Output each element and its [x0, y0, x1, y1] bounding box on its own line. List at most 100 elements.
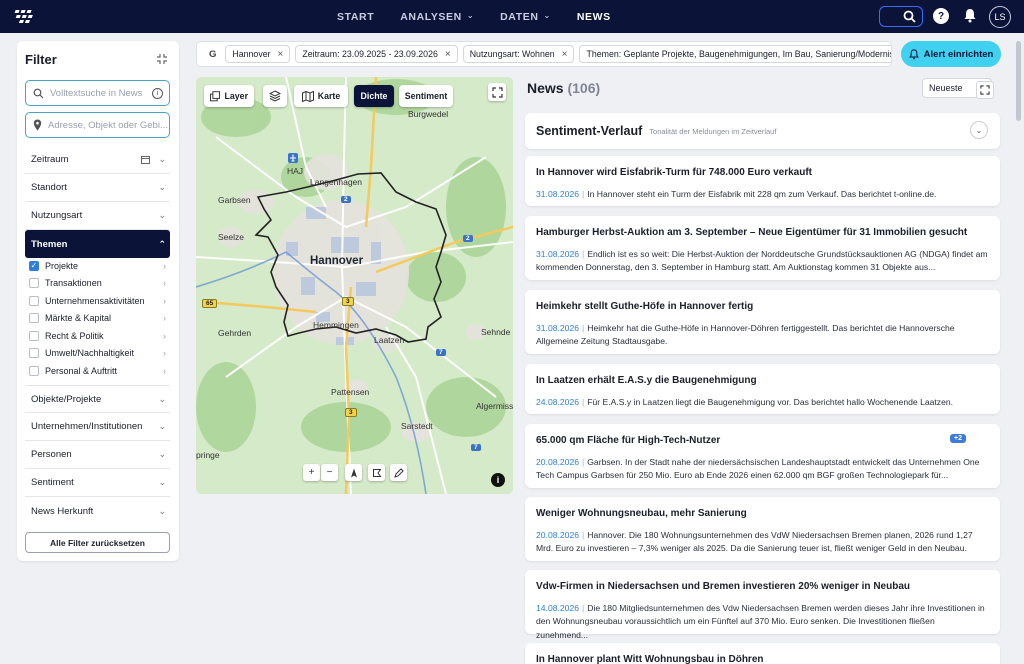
chevron-right-icon[interactable]: › — [163, 366, 166, 376]
sentiment-panel[interactable]: Sentiment-Verlauf Tonalität der Meldunge… — [525, 113, 1000, 149]
reset-filters-button[interactable]: Alle Filter zurücksetzen — [25, 532, 170, 553]
karte-button[interactable]: Karte — [294, 85, 348, 107]
filter-chip[interactable]: Nutzungsart: Wohnen × — [462, 45, 575, 63]
themen-item-label: Unternehmensaktivitäten — [45, 295, 145, 306]
edit-button[interactable] — [390, 464, 407, 481]
news-card-date: 31.08.2026 — [536, 249, 580, 259]
news-card-title[interactable]: Hamburger Herbst-Auktion am 3. September… — [536, 227, 988, 239]
news-card-title[interactable]: Vdw-Firmen in Niedersachsen und Bremen i… — [536, 581, 988, 593]
global-search-button[interactable] — [879, 6, 923, 27]
themen-item-maerkte-kapital[interactable]: Märkte & Kapital › — [29, 310, 170, 328]
news-card-title[interactable]: In Laatzen erhält E.A.S.y die Baugenehmi… — [536, 375, 988, 387]
news-card[interactable]: In Hannover plant Witt Wohnungsbau in Dö… — [525, 643, 1000, 664]
news-card[interactable]: Vdw-Firmen in Niedersachsen und Bremen i… — [525, 570, 1000, 640]
filter-section-label: Zeitraum — [31, 154, 69, 165]
chevron-right-icon[interactable]: › — [163, 261, 166, 271]
app-logo-icon[interactable] — [14, 9, 36, 25]
news-fullscreen-button[interactable] — [976, 81, 994, 99]
create-alert-button[interactable]: Alert einrichten — [901, 41, 1001, 67]
news-card-title[interactable]: In Hannover plant Witt Wohnungsbau in Dö… — [536, 654, 988, 664]
checkbox-icon[interactable] — [29, 313, 39, 324]
news-card[interactable]: Weniger Wohnungsneubau, mehr Sanierung 2… — [525, 497, 1000, 561]
news-card-title[interactable]: In Hannover wird Eisfabrik-Turm für 748.… — [536, 167, 988, 179]
themen-item-projekte[interactable]: ✓ Projekte › — [29, 257, 170, 275]
map-view[interactable]: Layer Karte Dichte Sentiment Burgwedel H… — [196, 77, 513, 494]
sentiment-map-button[interactable]: Sentiment — [399, 85, 453, 107]
news-card-text: In Hannover steht ein Turm der Eisfabrik… — [587, 189, 937, 199]
map-label-city: Hannover — [310, 255, 364, 267]
themen-item-transaktionen[interactable]: Transaktionen › — [29, 275, 170, 293]
news-card-title[interactable]: 65.000 qm Fläche für High-Tech-Nutzer — [536, 435, 988, 447]
filter-section-themen[interactable]: Themen ⌃ — [25, 230, 170, 258]
filter-chip[interactable]: Zeitraum: 23.09.2025 - 23.09.2026 × — [295, 45, 458, 63]
checkbox-checked-icon[interactable]: ✓ — [29, 260, 39, 271]
filter-chip[interactable]: Hannover × — [225, 45, 291, 63]
nav-analysen[interactable]: ANALYSEN ⌄ — [400, 11, 474, 23]
sentiment-subtitle: Tonalität der Meldungen im Zeitverlauf — [649, 126, 777, 136]
chevron-right-icon[interactable]: › — [163, 331, 166, 341]
checkbox-icon[interactable] — [29, 278, 39, 289]
chevron-right-icon[interactable]: › — [163, 313, 166, 323]
chevron-down-icon[interactable]: ⌄ — [970, 121, 988, 139]
layers-toggle-button[interactable] — [263, 85, 287, 107]
news-card-text: Heimkehr hat die Guthe-Höfe in Hannover-… — [536, 323, 955, 347]
filter-section-personen[interactable]: Personen ⌄ — [25, 441, 170, 469]
info-icon[interactable]: i — [152, 87, 163, 99]
bell-icon[interactable] — [963, 8, 977, 23]
close-icon[interactable]: × — [562, 49, 568, 60]
filter-section-label: Nutzungsart — [31, 210, 83, 221]
layer-button[interactable]: Layer — [204, 85, 254, 107]
map-label-langenhagen: Langenhagen — [310, 177, 363, 187]
filter-chip[interactable]: Themen: Geplante Projekte, Baugenehmigun… — [579, 45, 891, 63]
news-card[interactable]: In Hannover wird Eisfabrik-Turm für 748.… — [525, 156, 1000, 206]
fulltext-search-input[interactable]: Volltextsuche in News i — [25, 80, 170, 106]
close-icon[interactable]: × — [445, 49, 451, 60]
news-card-title[interactable]: Heimkehr stellt Guthe-Höfe in Hannover f… — [536, 301, 988, 313]
user-avatar[interactable]: LS — [989, 6, 1011, 28]
nav-start[interactable]: START — [337, 11, 374, 23]
chevron-down-icon: ⌄ — [158, 210, 166, 220]
themen-item-umwelt[interactable]: Umwelt/Nachhaltigkeit › — [29, 345, 170, 363]
themen-item-unternehmensaktivitaeten[interactable]: Unternehmensaktivitäten › — [29, 292, 170, 310]
news-card[interactable]: +2 65.000 qm Fläche für High-Tech-Nutzer… — [525, 424, 1000, 488]
filter-section-objekte[interactable]: Objekte/Projekte ⌄ — [25, 385, 170, 413]
nav-daten[interactable]: DATEN ⌄ — [500, 11, 551, 23]
collapse-icon[interactable] — [156, 53, 168, 65]
nav-news[interactable]: NEWS — [577, 11, 611, 23]
checkbox-icon[interactable] — [29, 330, 39, 341]
checkbox-icon[interactable] — [29, 295, 39, 306]
map-icon — [301, 90, 314, 102]
news-card-title[interactable]: Weniger Wohnungsneubau, mehr Sanierung — [536, 508, 988, 520]
news-card[interactable]: In Laatzen erhält E.A.S.y die Baugenehmi… — [525, 364, 1000, 414]
chevron-right-icon[interactable]: › — [163, 296, 166, 306]
address-search-input[interactable]: Adresse, Objekt oder Gebi... — [25, 112, 170, 138]
zoom-out-button[interactable]: − — [321, 464, 338, 481]
themen-item-personal[interactable]: Personal & Auftritt › — [29, 362, 170, 380]
related-count-badge[interactable]: +2 — [950, 434, 966, 443]
dichte-button[interactable]: Dichte — [354, 85, 394, 107]
map-info-icon[interactable]: i — [491, 473, 505, 487]
page-scrollbar[interactable] — [1016, 41, 1021, 121]
north-button[interactable] — [345, 464, 362, 481]
chevron-right-icon[interactable]: › — [163, 348, 166, 358]
filter-section-zeitraum[interactable]: Zeitraum ⌄ — [25, 146, 170, 174]
help-icon[interactable]: ? — [933, 8, 949, 24]
fullscreen-icon — [980, 85, 990, 95]
filter-section-unternehmen[interactable]: Unternehmen/Institutionen ⌄ — [25, 413, 170, 441]
chevron-right-icon[interactable]: › — [163, 278, 166, 288]
map-fullscreen-button[interactable] — [488, 83, 506, 101]
chevron-down-icon: ⌄ — [158, 393, 166, 404]
filter-section-herkunft[interactable]: News Herkunft ⌄ — [25, 497, 170, 525]
checkbox-icon[interactable] — [29, 348, 39, 359]
filter-section-nutzungsart[interactable]: Nutzungsart ⌄ — [25, 202, 170, 230]
filter-section-standort[interactable]: Standort ⌄ — [25, 174, 170, 202]
news-card[interactable]: Heimkehr stellt Guthe-Höfe in Hannover f… — [525, 290, 1000, 354]
close-icon[interactable]: × — [278, 49, 284, 60]
zoom-in-button[interactable]: + — [303, 464, 320, 481]
draw-area-button[interactable] — [368, 464, 385, 481]
news-card[interactable]: Hamburger Herbst-Auktion am 3. September… — [525, 216, 1000, 280]
checkbox-icon[interactable] — [29, 365, 39, 376]
themen-item-recht-politik[interactable]: Recht & Politik › — [29, 327, 170, 345]
filter-section-label: Themen — [31, 238, 68, 250]
filter-section-sentiment[interactable]: Sentiment ⌄ — [25, 469, 170, 497]
